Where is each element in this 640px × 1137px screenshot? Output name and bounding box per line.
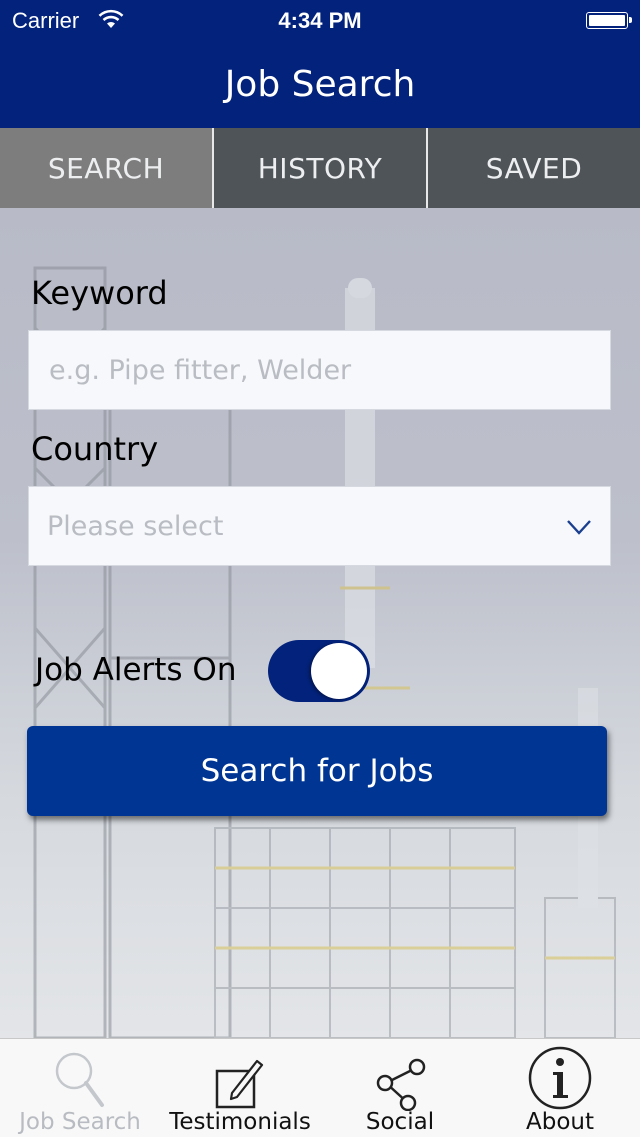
toggle-knob bbox=[311, 643, 367, 699]
compose-icon bbox=[215, 1059, 264, 1109]
job-alerts-label: Job Alerts On bbox=[35, 652, 237, 688]
job-alerts-toggle[interactable] bbox=[268, 640, 370, 702]
tab-history[interactable]: HISTORY bbox=[212, 128, 426, 208]
tabbar-item-job-search[interactable]: Job Search bbox=[0, 1039, 160, 1137]
chevron-down-icon bbox=[567, 520, 591, 535]
segmented-tabs: SEARCH HISTORY SAVED bbox=[0, 128, 640, 208]
battery-icon bbox=[586, 12, 632, 29]
keyword-field[interactable] bbox=[28, 330, 611, 410]
tab-search[interactable]: SEARCH bbox=[0, 128, 212, 208]
tab-bar: Job Search Testimonials Social About bbox=[0, 1038, 640, 1137]
country-select-value: Please select bbox=[47, 510, 224, 542]
tabbar-item-social[interactable]: Social bbox=[320, 1039, 480, 1137]
search-for-jobs-button[interactable]: Search for Jobs bbox=[27, 726, 607, 816]
keyword-label: Keyword bbox=[31, 274, 168, 312]
navigation-bar: Job Search bbox=[0, 40, 640, 128]
tab-saved[interactable]: SAVED bbox=[426, 128, 640, 208]
tabbar-item-about[interactable]: About bbox=[480, 1039, 640, 1137]
page-title: Job Search bbox=[224, 63, 416, 105]
share-icon bbox=[376, 1058, 426, 1111]
tabbar-item-testimonials[interactable]: Testimonials bbox=[160, 1039, 320, 1137]
country-label: Country bbox=[31, 430, 159, 468]
keyword-input[interactable] bbox=[47, 353, 610, 387]
search-form-area: Keyword Country Please select Job Alerts… bbox=[0, 208, 640, 1038]
search-icon bbox=[55, 1052, 104, 1107]
status-bar: Carrier 4:34 PM bbox=[0, 0, 640, 40]
clock: 4:34 PM bbox=[278, 8, 362, 33]
country-select[interactable]: Please select bbox=[28, 486, 611, 566]
info-icon bbox=[528, 1046, 592, 1110]
